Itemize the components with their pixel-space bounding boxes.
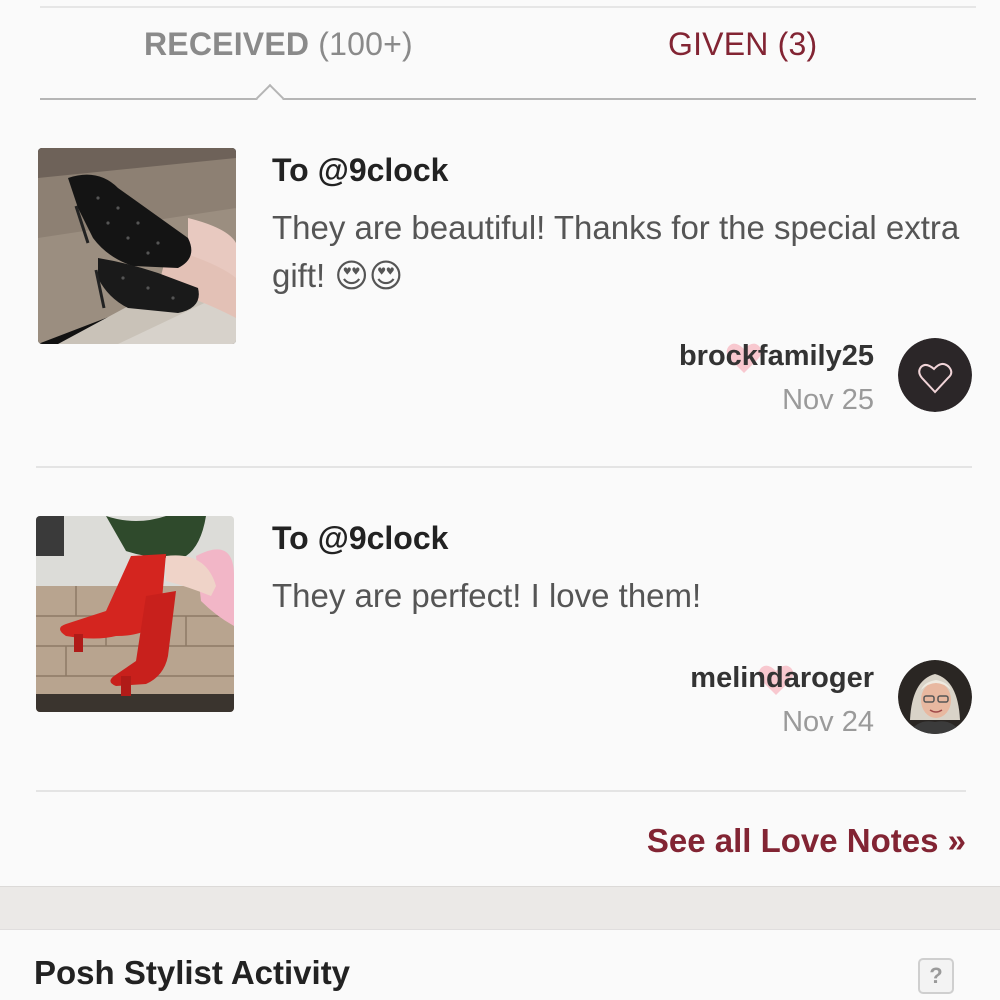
posh-stylist-section: Posh Stylist Activity ? [0, 930, 1000, 1000]
active-tab-pointer [255, 83, 285, 113]
listing-thumbnail[interactable] [36, 516, 234, 712]
tab-received-label: RECEIVED [144, 26, 310, 62]
black-sparkle-boots-photo [38, 148, 236, 344]
top-divider [40, 6, 976, 8]
help-button[interactable]: ? [918, 958, 954, 994]
love-note: To @9clock They are perfect! I love them… [36, 516, 972, 786]
section-separator [0, 886, 1000, 930]
listing-thumbnail[interactable] [38, 148, 236, 344]
tab-received-count: (100+) [318, 26, 413, 62]
tab-received[interactable]: RECEIVED (100+) [144, 26, 413, 63]
note-author: melindaroger Nov 24 [552, 660, 972, 742]
tab-given[interactable]: GIVEN (3) [668, 26, 817, 63]
author-username[interactable]: brockfamily25 [679, 340, 874, 373]
user-photo-avatar [898, 660, 972, 734]
red-knee-boots-photo [36, 516, 234, 712]
author-avatar[interactable] [898, 338, 972, 412]
note-author: brockfamily25 Nov 25 [552, 338, 972, 420]
love-notes-tabs: RECEIVED (100+) GIVEN (3) [40, 26, 976, 113]
note-divider [36, 790, 966, 792]
note-date: Nov 25 [782, 384, 874, 416]
author-username[interactable]: melindaroger [690, 662, 874, 695]
love-note: To @9clock They are beautiful! Thanks fo… [36, 148, 972, 468]
section-title: Posh Stylist Activity [34, 954, 351, 991]
note-recipient: To @9clock [272, 520, 449, 556]
see-all-love-notes-link[interactable]: See all Love Notes » [647, 822, 966, 860]
heart-outline-avatar [898, 338, 972, 412]
note-divider [36, 466, 972, 468]
note-date: Nov 24 [782, 706, 874, 738]
author-avatar[interactable] [898, 660, 972, 734]
tabs-underline [40, 98, 976, 100]
note-message: They are perfect! I love them! [272, 577, 702, 614]
note-recipient: To @9clock [272, 152, 449, 188]
note-message: They are beautiful! Thanks for the speci… [272, 209, 960, 294]
